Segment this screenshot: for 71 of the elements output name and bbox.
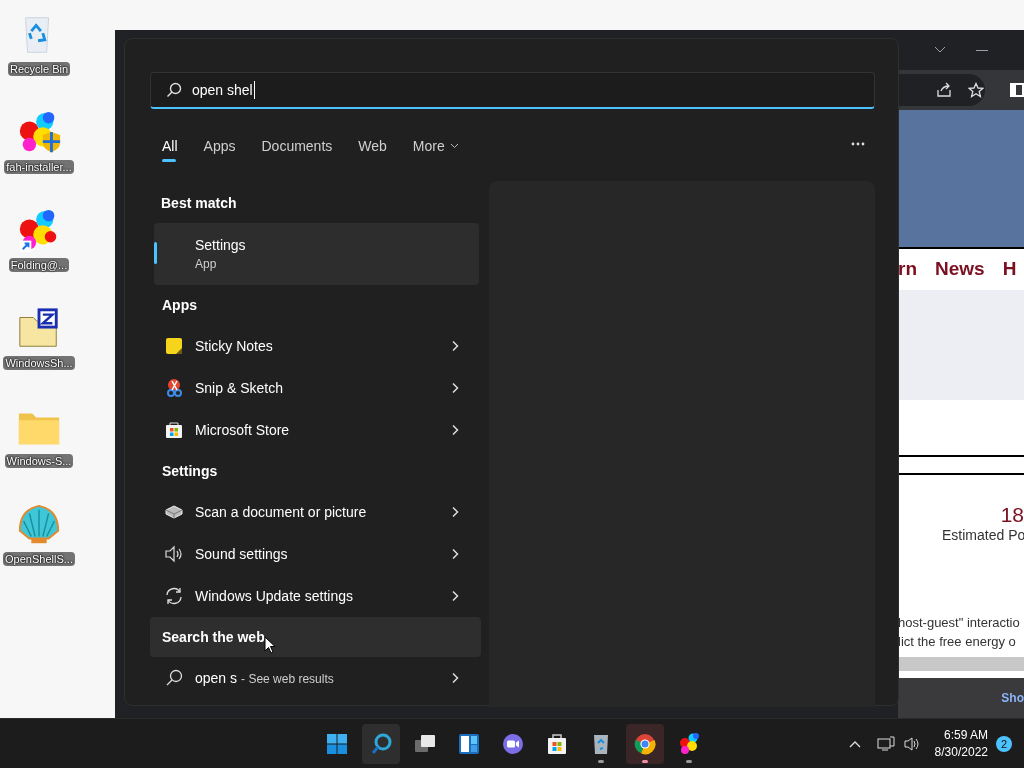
speaker-icon (902, 736, 921, 752)
shopping-bag-icon (164, 420, 184, 440)
sync-icon (164, 586, 184, 606)
address-bar[interactable] (898, 74, 985, 106)
nav-link[interactable]: News (935, 255, 985, 284)
molecule-icon (677, 732, 701, 756)
notification-badge[interactable]: 2 (996, 736, 1012, 752)
filter-tab[interactable]: More (402, 131, 469, 161)
search-icon (369, 732, 393, 756)
result-title: Settings (195, 236, 247, 254)
web-result-item[interactable]: open s - See web results (150, 657, 481, 699)
stat-label: Estimated Po (942, 527, 1024, 544)
chevron-right-icon (451, 340, 459, 352)
nav-link[interactable]: H (1002, 255, 1017, 284)
network-icon (876, 736, 895, 752)
chevron-right-icon (451, 506, 459, 518)
chevron-right-icon (451, 590, 459, 602)
windows-logo-icon (325, 732, 349, 756)
desktop-icon-label[interactable]: fah-installer... (4, 160, 74, 174)
result-subtitle: App (195, 256, 218, 272)
best-match-item[interactable]: Settings App (154, 223, 479, 285)
result-item[interactable]: Windows Update settings (150, 575, 481, 617)
web-hint: - See web results (241, 670, 334, 688)
desktop-icon-label[interactable]: Folding@... (8, 258, 70, 272)
section-heading: Search the web (150, 617, 481, 657)
desktop-icon-label[interactable]: WindowsSh... (3, 356, 75, 370)
chevron-up-icon (848, 740, 861, 748)
section-heading: Settings (161, 461, 219, 481)
paragraph-line: lict the free energy o (898, 633, 1017, 651)
desktop-icon-label[interactable]: Windows-S... (4, 454, 74, 468)
shopping-bag-icon (545, 732, 569, 756)
desktop-icon-label[interactable]: OpenShellS... (3, 552, 75, 566)
search-icon (164, 668, 184, 688)
scissors-icon (164, 378, 184, 398)
sidebar-icon (1010, 83, 1024, 97)
speaker-icon (164, 544, 184, 564)
result-item[interactable]: Snip & Sketch (150, 367, 481, 409)
nav-link[interactable]: rn (898, 255, 917, 284)
search-icon (166, 82, 182, 98)
cursor-icon (264, 636, 276, 654)
result-item[interactable]: Microsoft Store (150, 409, 481, 451)
video-chat-icon (501, 732, 525, 756)
horizontal-scrollbar[interactable] (898, 657, 1024, 671)
chevron-right-icon (451, 382, 459, 394)
stat-value: 18 (1000, 503, 1024, 527)
star-icon (968, 82, 984, 98)
filter-tab[interactable]: Documents (251, 131, 343, 161)
share-icon (936, 82, 952, 98)
web-query: open s (195, 668, 238, 688)
taskbar-button[interactable] (626, 724, 664, 764)
sticky-note-icon (164, 336, 184, 356)
chevron-right-icon (451, 672, 459, 684)
chevron-down-icon (934, 46, 946, 54)
chevron-right-icon (451, 424, 459, 436)
search-field[interactable]: open shel (150, 72, 875, 109)
result-item[interactable]: Sound settings (150, 533, 481, 575)
minimize-icon[interactable] (976, 49, 988, 51)
result-item[interactable]: Sticky Notes (150, 325, 481, 367)
filter-tab[interactable]: All (152, 131, 188, 161)
section-heading: Best match (160, 193, 238, 213)
paragraph-line: host-guest" interactio (898, 614, 1021, 632)
section-heading: Apps (161, 295, 198, 315)
filter-tab[interactable]: Web (348, 131, 397, 161)
show-link[interactable]: Sho (1001, 689, 1024, 707)
widgets-icon (457, 732, 481, 756)
chevron-right-icon (451, 548, 459, 560)
filter-tab[interactable]: Apps (193, 131, 246, 161)
result-item[interactable]: Scan a document or picture (150, 491, 481, 533)
clock[interactable]: 6:59 AM 8/30/2022 (934, 727, 988, 761)
ellipsis-icon (851, 142, 865, 146)
chrome-icon (633, 732, 657, 756)
